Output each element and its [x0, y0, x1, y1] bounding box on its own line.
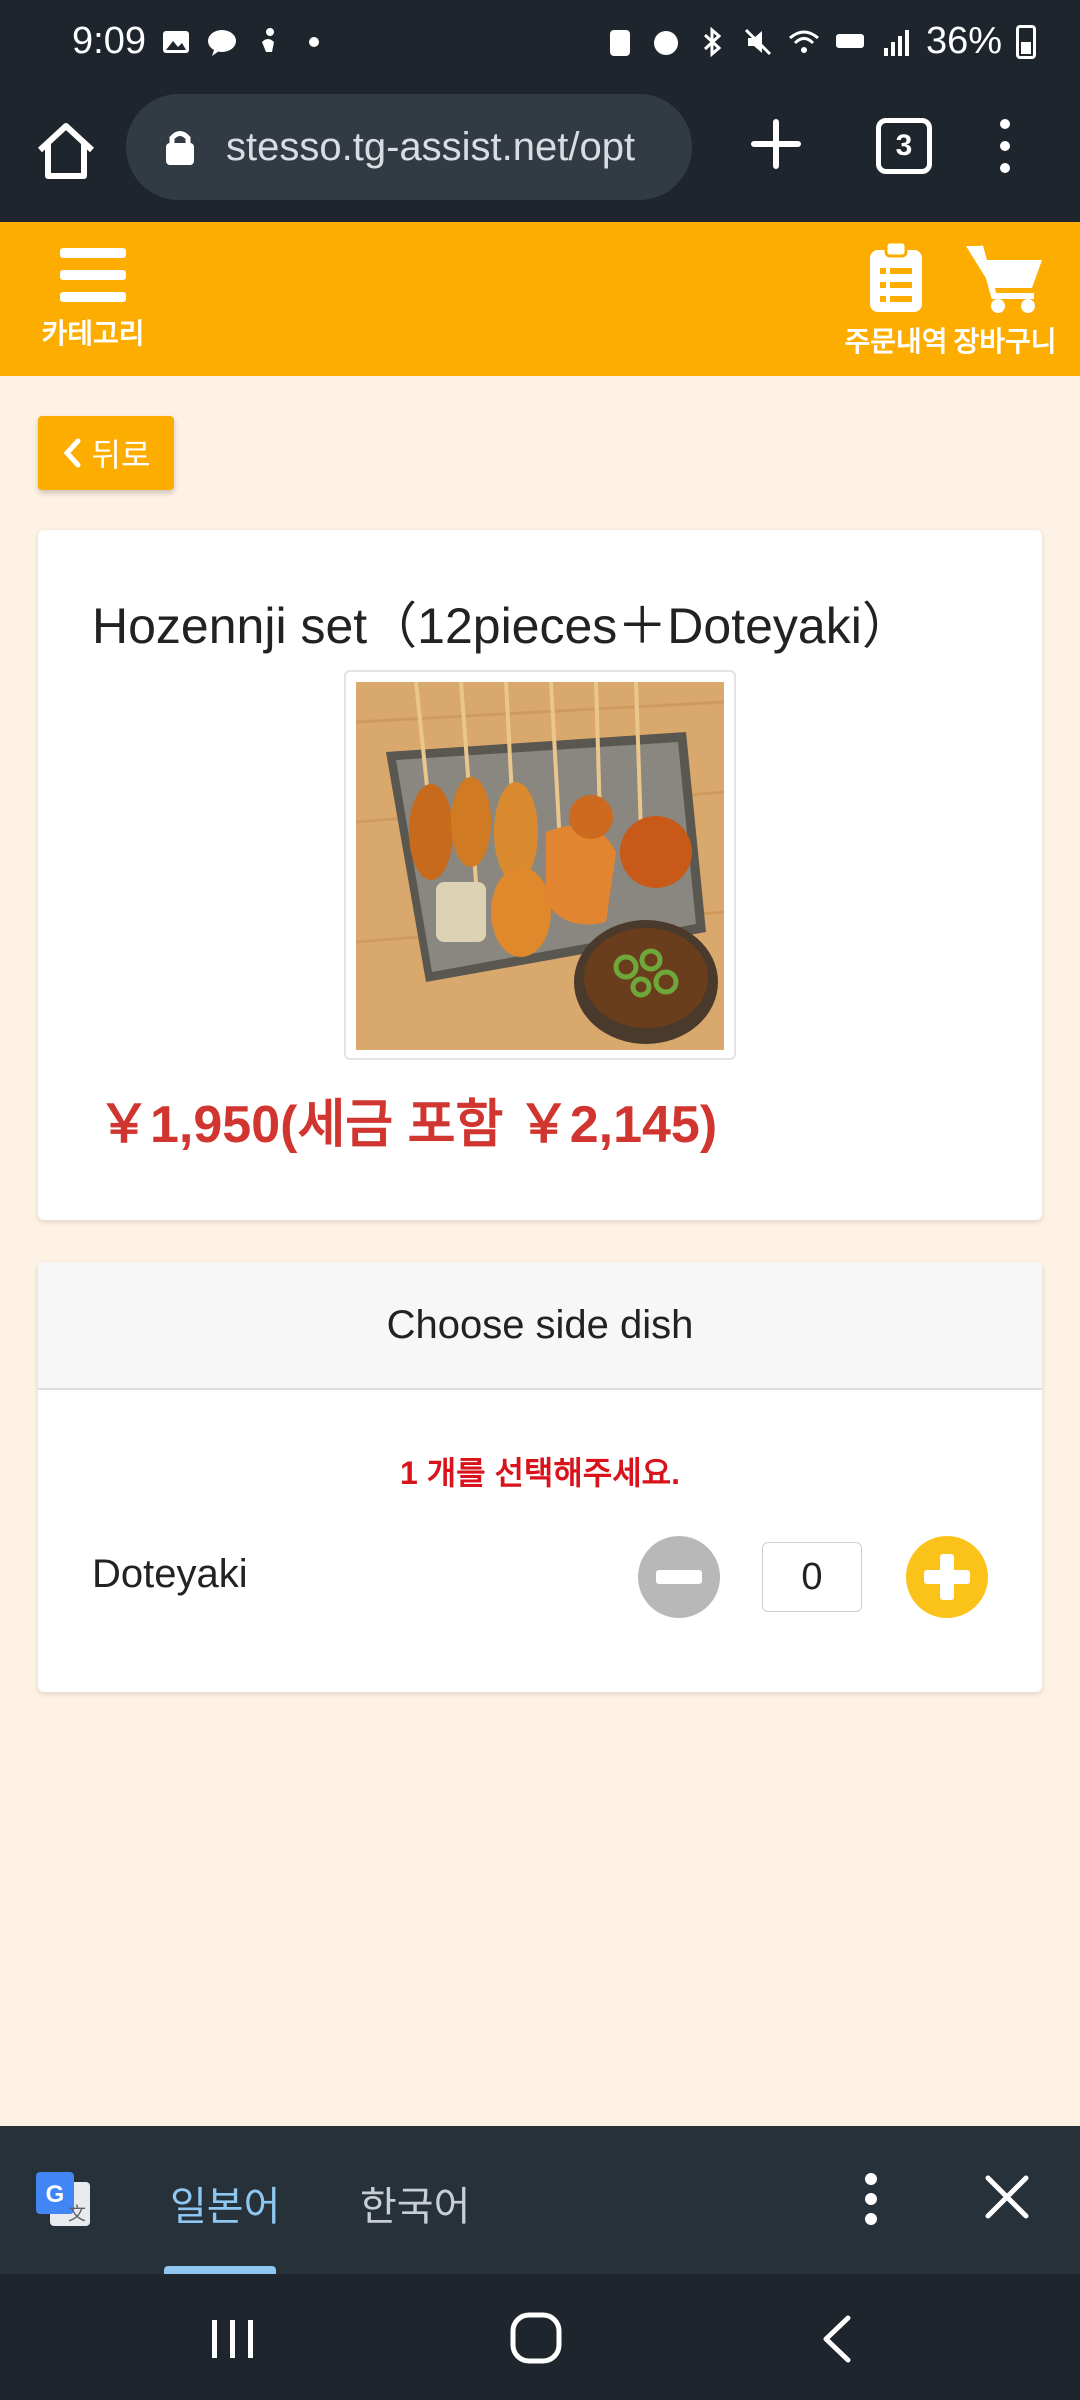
menu-icon [60, 248, 126, 302]
increase-quantity-button[interactable] [906, 1536, 988, 1618]
back-button[interactable]: 뒤로 [38, 416, 174, 490]
quantity-field[interactable]: 0 [762, 1542, 862, 1612]
system-icons: 36% [604, 20, 1036, 63]
close-icon[interactable] [984, 2174, 1030, 2220]
back-label: 뒤로 [91, 437, 151, 473]
home-nav-icon[interactable] [508, 2310, 564, 2366]
cart-label: 장바구니 [953, 326, 1057, 357]
mute-icon [744, 28, 771, 55]
recycle-icon [609, 29, 630, 56]
decrease-quantity-button[interactable] [638, 1536, 720, 1618]
category-label: 카테고리 [41, 318, 145, 349]
order-history-button[interactable]: 주문내역 [836, 240, 956, 360]
status-time: 9:09 [72, 20, 146, 62]
chevron-left-icon [63, 438, 81, 468]
recents-icon[interactable] [208, 2314, 258, 2364]
product-card: Hozennji set（12pieces＋Doteyaki） ￥1,950(세… [38, 530, 1042, 1220]
new-tab-icon[interactable] [748, 116, 804, 172]
svg-text:文: 文 [68, 2204, 86, 2225]
translate-bar: G 文 일본어 한국어 [0, 2126, 1080, 2274]
cart-icon [966, 245, 1042, 313]
alarm-icon [653, 30, 678, 55]
svg-text:G: G [46, 2181, 65, 2208]
category-button[interactable]: 카테고리 [38, 246, 148, 352]
dot-icon [309, 37, 319, 47]
battery-percent: 36% [925, 20, 1002, 62]
hd-voice-icon [835, 33, 864, 48]
side-dish-header: Choose side dish [38, 1262, 1042, 1390]
wifi-icon [788, 30, 819, 53]
tab-source-language[interactable]: 일본어 [170, 2174, 280, 2232]
notification-icons [160, 26, 330, 58]
tab-target-language[interactable]: 한국어 [360, 2174, 470, 2232]
url-text: stesso.tg-assist.net/opt [226, 124, 636, 169]
google-translate-icon: G 文 [36, 2172, 90, 2226]
order-history-label: 주문내역 [844, 326, 948, 357]
bluetooth-icon [703, 26, 722, 57]
battery-icon [1016, 24, 1036, 59]
side-dish-card: Choose side dish 1 개를 선택해주세요. Doteyaki 0 [38, 1262, 1042, 1692]
translate-menu-icon[interactable] [864, 2172, 878, 2226]
talk-icon [208, 30, 236, 56]
product-title: Hozennji set（12pieces＋Doteyaki） [92, 598, 912, 654]
gallery-icon [163, 31, 189, 53]
system-nav-bar [0, 2274, 1080, 2400]
kushikatsu-photo [356, 682, 724, 1050]
selection-hint: 1 개를 선택해주세요. [400, 1455, 680, 1491]
accessibility-icon [262, 28, 274, 52]
home-icon[interactable] [30, 116, 102, 188]
app-header: 카테고리 주문내역 장바구니 [0, 222, 1080, 376]
browser-toolbar: stesso.tg-assist.net/opt 3 [0, 86, 1080, 222]
lock-icon [166, 131, 194, 165]
address-bar[interactable]: stesso.tg-assist.net/opt [126, 94, 692, 200]
overflow-menu-icon[interactable] [990, 116, 1020, 176]
back-nav-icon[interactable] [816, 2314, 860, 2364]
status-bar: 9:09 36% [0, 0, 1080, 86]
active-tab-indicator [164, 2266, 276, 2274]
product-price: ￥1,950(세금 포함 ￥2,145) [98, 1096, 718, 1154]
tab-switcher-button[interactable]: 3 [876, 118, 932, 174]
product-image [344, 670, 736, 1060]
clipboard-icon [870, 240, 922, 312]
signal-icon [883, 29, 909, 56]
cart-button[interactable]: 장바구니 [950, 240, 1060, 360]
side-dish-name: Doteyaki [92, 1552, 248, 1596]
